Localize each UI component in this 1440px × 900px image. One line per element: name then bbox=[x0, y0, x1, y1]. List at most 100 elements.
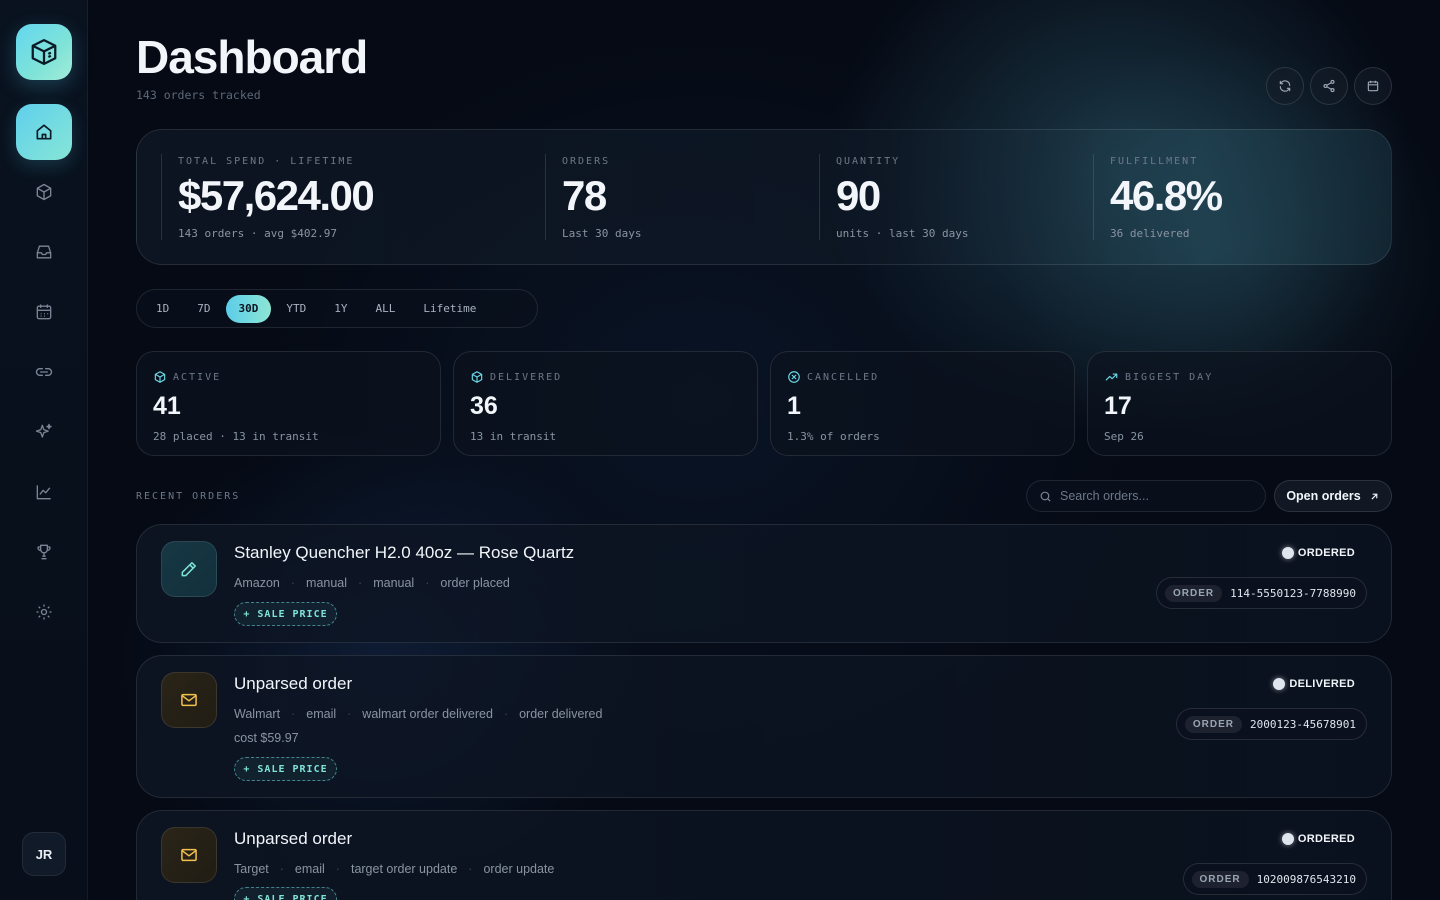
search-box bbox=[1026, 480, 1266, 512]
order-channel: email bbox=[306, 707, 337, 721]
order-source: Target bbox=[234, 862, 269, 876]
sidebar-item-links[interactable] bbox=[24, 352, 64, 392]
cube-logo-icon[interactable] bbox=[16, 24, 72, 80]
x-circle-icon bbox=[788, 371, 800, 383]
chart-icon bbox=[36, 485, 51, 500]
status-label: DELIVERED bbox=[1289, 678, 1355, 690]
stat-quantity: QUANTITY 90 units · last 30 days bbox=[819, 154, 1069, 240]
trending-up-icon bbox=[1105, 373, 1118, 381]
stat-label: TOTAL SPEND · LIFETIME bbox=[178, 156, 355, 167]
order-id-pill[interactable]: ORDER 114-5550123-7788990 bbox=[1156, 577, 1367, 609]
card-delivered[interactable]: DELIVERED 36 13 in transit bbox=[453, 351, 758, 456]
tab-7d[interactable]: 7D bbox=[184, 295, 223, 323]
card-label: CANCELLED bbox=[807, 371, 880, 383]
card-note: 13 in transit bbox=[470, 430, 557, 443]
avatar[interactable]: JR bbox=[22, 832, 66, 876]
order-icon bbox=[161, 827, 217, 883]
status-dot bbox=[1281, 833, 1294, 845]
calendar-icon bbox=[1367, 80, 1379, 92]
sale-price-chip[interactable]: + SALE PRICE bbox=[234, 602, 337, 626]
inbox-icon bbox=[36, 245, 52, 259]
order-meta: Target · email · target order update · orde… bbox=[234, 862, 555, 876]
order-icon bbox=[161, 672, 217, 728]
package-icon bbox=[471, 371, 483, 383]
order-event: order update bbox=[483, 862, 555, 876]
order-id-number: 114-5550123-7788990 bbox=[1230, 586, 1356, 600]
section-label-recent-orders: RECENT ORDERS bbox=[136, 491, 241, 502]
stat-note: 143 orders · avg $402.97 bbox=[178, 227, 337, 240]
stat-value: 78 bbox=[562, 172, 607, 219]
order-id-pill[interactable]: ORDER 2000123-45678901 bbox=[1175, 708, 1367, 740]
search-icon bbox=[1040, 491, 1051, 501]
status-label: ORDERED bbox=[1297, 547, 1355, 559]
stat-label: FULFILLMENT bbox=[1110, 156, 1199, 167]
link-icon bbox=[35, 368, 53, 376]
card-note: Sep 26 bbox=[1104, 430, 1144, 443]
open-orders-label: Open orders bbox=[1286, 489, 1361, 503]
tab-all[interactable]: ALL bbox=[363, 295, 409, 323]
share-button[interactable] bbox=[1310, 67, 1348, 105]
card-active[interactable]: ACTIVE 41 28 placed · 13 in transit bbox=[136, 351, 441, 456]
mail-icon bbox=[181, 693, 197, 707]
tab-1y[interactable]: 1Y bbox=[321, 295, 360, 323]
sale-price-chip[interactable]: + SALE PRICE bbox=[234, 887, 337, 900]
gear-icon bbox=[36, 604, 52, 620]
tab-ytd[interactable]: YTD bbox=[273, 295, 319, 323]
order-event: order delivered bbox=[519, 707, 603, 721]
sidebar-item-settings[interactable] bbox=[24, 592, 64, 632]
status-label: ORDERED bbox=[1297, 833, 1355, 845]
pencil-icon bbox=[181, 562, 196, 577]
tab-1d[interactable]: 1D bbox=[143, 295, 182, 323]
status-badge: ORDERED bbox=[1281, 547, 1355, 559]
tab-30d[interactable]: 30D bbox=[225, 294, 272, 323]
range-selector: 1D 7D 30D YTD 1Y ALL Lifetime bbox=[136, 289, 538, 328]
trophy-icon bbox=[37, 544, 51, 560]
card-biggest-day[interactable]: BIGGEST DAY 17 Sep 26 bbox=[1087, 351, 1392, 456]
order-card[interactable]: Unparsed order Target · email · target ord… bbox=[136, 810, 1392, 900]
sidebar-item-home[interactable] bbox=[16, 104, 72, 160]
order-cost: cost $59.97 bbox=[234, 731, 299, 745]
sidebar-item-analytics[interactable] bbox=[24, 472, 64, 512]
search-input[interactable] bbox=[1060, 489, 1250, 503]
calendar-button[interactable] bbox=[1354, 67, 1392, 105]
order-icon bbox=[161, 541, 217, 597]
sidebar-item-calendar[interactable] bbox=[24, 292, 64, 332]
stat-note: units · last 30 days bbox=[836, 227, 969, 240]
order-card[interactable]: Unparsed order Walmart · email · walmart o… bbox=[136, 655, 1392, 798]
order-source: Walmart bbox=[234, 707, 281, 721]
card-value: 36 bbox=[470, 392, 498, 420]
sidebar-item-trophy[interactable] bbox=[24, 532, 64, 572]
card-value: 41 bbox=[153, 392, 181, 420]
refresh-button[interactable] bbox=[1266, 67, 1304, 105]
card-value: 17 bbox=[1104, 392, 1132, 420]
tab-lifetime[interactable]: Lifetime bbox=[410, 295, 489, 323]
card-label: ACTIVE bbox=[173, 371, 222, 383]
order-parser: target order update bbox=[350, 862, 458, 876]
share-icon bbox=[1323, 79, 1335, 93]
stats-panel: TOTAL SPEND · LIFETIME $57,624.00 143 or… bbox=[136, 129, 1392, 265]
open-orders-button[interactable]: Open orders bbox=[1274, 480, 1392, 512]
status-dot bbox=[1281, 547, 1294, 559]
sale-price-chip[interactable]: + SALE PRICE bbox=[234, 757, 337, 781]
card-value: 1 bbox=[787, 392, 801, 420]
home-icon bbox=[36, 124, 52, 140]
card-cancelled[interactable]: CANCELLED 1 1.3% of orders bbox=[770, 351, 1075, 456]
order-card[interactable]: Stanley Quencher H2.0 40oz — Rose Quartz… bbox=[136, 524, 1392, 643]
status-badge: DELIVERED bbox=[1273, 678, 1355, 690]
order-id-number: 102009876543210 bbox=[1256, 872, 1356, 886]
stat-total-spend: TOTAL SPEND · LIFETIME $57,624.00 143 or… bbox=[161, 154, 521, 240]
sidebar-item-sparkles[interactable] bbox=[24, 412, 64, 452]
page-title: Dashboard bbox=[136, 31, 368, 83]
sidebar-item-packages[interactable] bbox=[24, 172, 64, 212]
mail-icon bbox=[181, 848, 197, 862]
order-id-number: 2000123-45678901 bbox=[1250, 717, 1356, 731]
order-channel: manual bbox=[306, 576, 348, 590]
order-id-pill[interactable]: ORDER 102009876543210 bbox=[1182, 863, 1367, 895]
order-meta: Walmart · email · walmart order delivered ·… bbox=[234, 707, 603, 721]
sidebar-item-inbox[interactable] bbox=[24, 232, 64, 272]
refresh-icon bbox=[1279, 80, 1291, 92]
calendar-icon bbox=[36, 304, 52, 320]
card-note: 28 placed · 13 in transit bbox=[153, 430, 319, 443]
order-id-tag: ORDER bbox=[1184, 715, 1243, 733]
order-id-tag: ORDER bbox=[1191, 870, 1249, 888]
